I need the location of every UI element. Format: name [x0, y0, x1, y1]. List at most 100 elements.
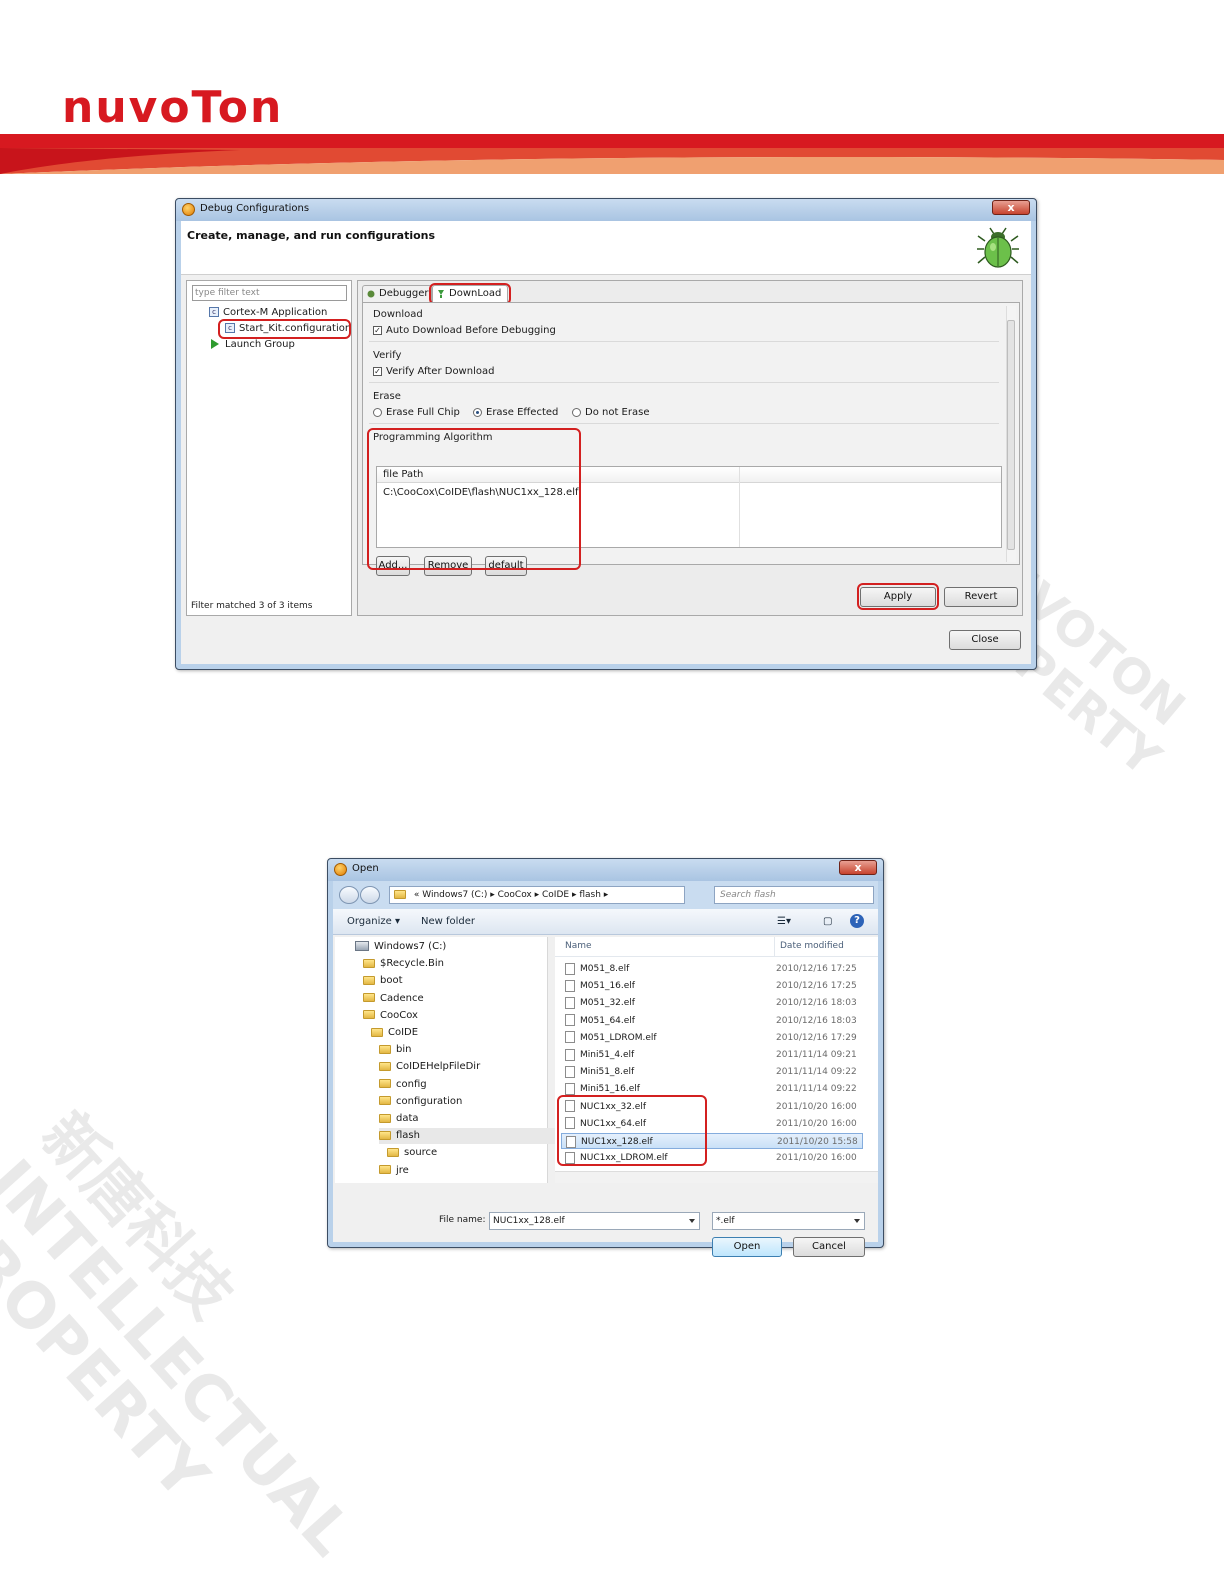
breadcrumb-coide[interactable]: CoIDE: [542, 890, 569, 900]
file-list-pane: Name Date modified M051_8.elf 2010/12/16 …: [555, 937, 878, 1171]
nav-item[interactable]: configuration: [379, 1094, 462, 1110]
apply-button[interactable]: Apply: [860, 587, 936, 607]
close-window-button[interactable]: x: [839, 860, 877, 875]
vertical-scrollbar[interactable]: [1006, 306, 1016, 562]
folder-icon: [379, 1096, 391, 1106]
file-row[interactable]: NUC1xx_128.elf 2011/10/20 15:58: [561, 1133, 863, 1149]
navigation-pane: Windows7 (C:) $Recycle.Bin boot Cadence CooC…: [335, 937, 555, 1183]
file-row[interactable]: M051_LDROM.elf 2010/12/16 17:29: [561, 1030, 863, 1046]
file-date: 2011/10/20 16:00: [776, 1118, 857, 1129]
file-row[interactable]: Mini51_4.elf 2011/11/14 09:21: [561, 1047, 863, 1063]
download-tab-content: Download ✓ Auto Download Before Debugging…: [362, 302, 1020, 576]
file-row[interactable]: M051_16.elf 2010/12/16 17:25: [561, 978, 863, 994]
revert-button[interactable]: Revert: [944, 587, 1018, 607]
file-row[interactable]: Mini51_8.elf 2011/11/14 09:22: [561, 1064, 863, 1080]
file-date: 2010/12/16 18:03: [776, 1015, 857, 1026]
tab-debugger[interactable]: Debugger: [362, 285, 432, 303]
nuvoton-logo: nuvoTon: [62, 86, 283, 128]
tree-item-start-kit-configuration[interactable]: c Start_Kit.configuration: [225, 322, 351, 336]
file-row[interactable]: NUC1xx_64.elf 2011/10/20 16:00: [561, 1116, 863, 1132]
nav-item[interactable]: boot: [363, 973, 403, 989]
radio-off-icon: [572, 407, 581, 417]
file-icon: [565, 1117, 575, 1130]
column-header-name[interactable]: Name: [565, 941, 592, 951]
debug-configurations-window: Debug Configurations x Create, manage, a…: [175, 198, 1037, 670]
logo-text: nuvoTon: [62, 86, 283, 128]
view-options-icon[interactable]: ☰▾: [777, 916, 791, 927]
close-window-button[interactable]: x: [992, 200, 1030, 215]
add-button[interactable]: Add...: [376, 556, 410, 576]
address-bar[interactable]: « Windows7 (C:) ▸ CooCox ▸ CoIDE ▸ flash…: [389, 886, 685, 904]
cancel-button[interactable]: Cancel: [793, 1237, 865, 1257]
auto-download-checkbox[interactable]: ✓ Auto Download Before Debugging: [373, 325, 556, 336]
file-date: 2011/10/20 16:00: [776, 1153, 857, 1164]
nav-item[interactable]: CoIDE: [371, 1025, 418, 1041]
nav-item[interactable]: bin: [379, 1042, 411, 1058]
nav-item[interactable]: CoIDEHelpFileDir: [379, 1059, 480, 1075]
erase-full-chip-radio[interactable]: Erase Full Chip: [373, 407, 460, 418]
tree-item-cortex-m-application[interactable]: c Cortex-M Application: [209, 306, 327, 320]
file-row[interactable]: NUC1xx_32.elf 2011/10/20 16:00: [561, 1099, 863, 1115]
organize-menu[interactable]: Organize ▾: [347, 916, 400, 927]
file-row[interactable]: M051_64.elf 2010/12/16 18:03: [561, 1013, 863, 1029]
debugger-icon: [367, 290, 375, 298]
nav-item[interactable]: CooCox: [363, 1008, 418, 1024]
nav-item[interactable]: flash: [379, 1128, 555, 1145]
file-date: 2010/12/16 17:29: [776, 1032, 857, 1043]
folder-icon: [379, 1165, 391, 1175]
chevron-down-icon[interactable]: [689, 1219, 695, 1223]
folder-icon: [379, 1061, 391, 1071]
dialog-body: « Windows7 (C:) ▸ CooCox ▸ CoIDE ▸ flash…: [333, 881, 878, 1257]
nav-item[interactable]: Cadence: [363, 991, 424, 1007]
file-row[interactable]: NUC1xx_LDROM.elf 2011/10/20 16:00: [561, 1150, 863, 1166]
forward-button[interactable]: [360, 886, 380, 904]
header-text: Create, manage, and run configurations: [187, 229, 436, 242]
verify-after-download-checkbox[interactable]: ✓ Verify After Download: [373, 366, 494, 377]
breadcrumb-windows7[interactable]: Windows7 (C:): [422, 890, 487, 900]
algorithm-table[interactable]: file Path C:\CooCox\CoIDE\flash\NUC1xx_1…: [376, 466, 1002, 548]
file-icon: [565, 1014, 575, 1027]
nav-item[interactable]: jre: [379, 1163, 409, 1179]
table-row[interactable]: C:\CooCox\CoIDE\flash\NUC1xx_128.elf: [383, 487, 579, 498]
file-name-input[interactable]: NUC1xx_128.elf: [489, 1212, 700, 1230]
file-date: 2011/11/14 09:22: [776, 1084, 857, 1095]
file-row[interactable]: Mini51_16.elf 2011/11/14 09:22: [561, 1081, 863, 1097]
help-icon[interactable]: ?: [850, 914, 864, 928]
file-icon: [565, 1065, 575, 1078]
open-button[interactable]: Open: [712, 1237, 782, 1257]
folder-icon: [379, 1130, 391, 1140]
preview-pane-icon[interactable]: ▢: [823, 916, 832, 927]
nav-item[interactable]: $Recycle.Bin: [363, 956, 444, 972]
scrollbar-thumb[interactable]: [1007, 320, 1015, 550]
nav-item[interactable]: config: [379, 1077, 427, 1093]
horizontal-scrollbar[interactable]: [555, 1171, 878, 1183]
breadcrumb-flash[interactable]: flash: [579, 890, 601, 900]
folder-icon: [363, 975, 375, 985]
search-input[interactable]: Search flash: [714, 886, 874, 904]
back-button[interactable]: [339, 886, 359, 904]
tab-download[interactable]: DownLoad: [432, 285, 508, 303]
titlebar: Open x: [328, 859, 883, 881]
column-header-date[interactable]: Date modified: [780, 941, 844, 951]
do-not-erase-radio[interactable]: Do not Erase: [572, 407, 649, 418]
default-button[interactable]: default: [485, 556, 527, 576]
breadcrumb-coocox[interactable]: CooCox: [498, 890, 532, 900]
new-folder-button[interactable]: New folder: [421, 916, 475, 927]
close-button[interactable]: Close: [949, 630, 1021, 650]
drive-icon: [355, 941, 369, 951]
column-header-file-path[interactable]: file Path: [377, 467, 1001, 483]
chevron-down-icon[interactable]: [854, 1219, 860, 1223]
erase-effected-radio[interactable]: Erase Effected: [473, 407, 558, 418]
file-date: 2011/10/20 15:58: [777, 1137, 858, 1147]
checkbox-checked-icon: ✓: [373, 325, 382, 335]
file-type-select[interactable]: *.elf: [712, 1212, 865, 1230]
remove-button[interactable]: Remove: [424, 556, 472, 576]
file-row[interactable]: M051_32.elf 2010/12/16 18:03: [561, 995, 863, 1011]
file-row[interactable]: M051_8.elf 2010/12/16 17:25: [561, 961, 863, 977]
tree-item-launch-group[interactable]: Launch Group: [211, 338, 295, 352]
filter-input[interactable]: type filter text: [192, 285, 347, 301]
file-date: 2010/12/16 17:25: [776, 964, 857, 974]
nav-item[interactable]: Windows7 (C:): [355, 939, 446, 955]
nav-item[interactable]: data: [379, 1111, 419, 1127]
nav-item[interactable]: source: [387, 1145, 437, 1161]
